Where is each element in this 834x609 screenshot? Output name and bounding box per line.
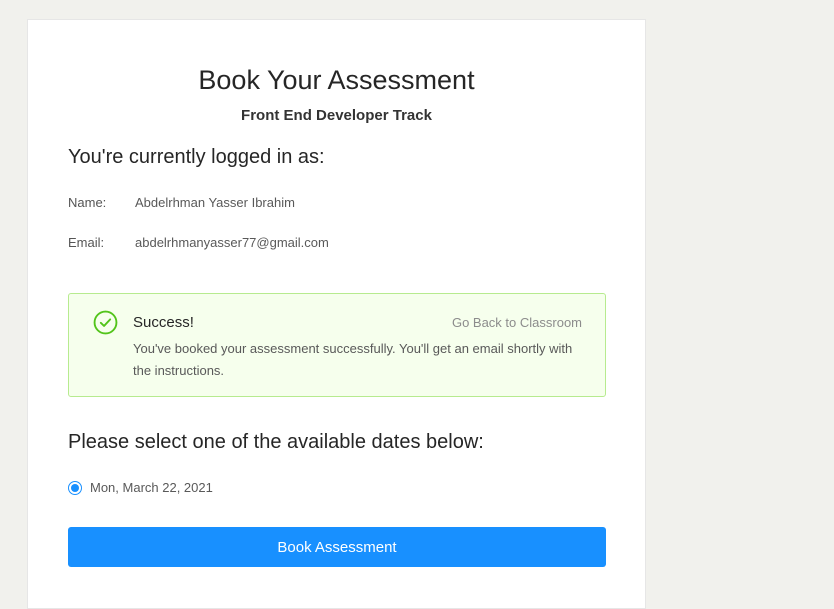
radio-selected-dot — [71, 483, 79, 492]
page-title: Book Your Assessment — [198, 65, 475, 95]
radio-button[interactable] — [68, 480, 82, 495]
alert-title: Success! — [133, 314, 194, 331]
booking-card: Book Your Assessment Front End Developer… — [27, 19, 646, 609]
check-circle-icon — [93, 310, 118, 335]
alert-description: You've booked your assessment successful… — [133, 341, 573, 378]
name-label: Name: — [68, 195, 107, 210]
email-label: Email: — [68, 235, 105, 250]
book-assessment-button[interactable]: Book Assessment — [68, 527, 606, 567]
name-value: Abdelrhman Yasser Ibrahim — [135, 195, 295, 210]
logged-in-heading: You're currently logged in as: — [68, 146, 325, 168]
success-alert: Success! Go Back to Classroom You've boo… — [68, 293, 606, 397]
select-date-heading: Please select one of the available dates… — [68, 431, 484, 453]
date-option-label: Mon, March 22, 2021 — [90, 480, 213, 495]
go-back-to-classroom-link[interactable]: Go Back to Classroom — [452, 315, 582, 330]
email-value: abdelrhmanyasser77@gmail.com — [135, 235, 329, 250]
date-option[interactable]: Mon, March 22, 2021 — [68, 480, 213, 495]
page-subtitle: Front End Developer Track — [241, 107, 432, 124]
